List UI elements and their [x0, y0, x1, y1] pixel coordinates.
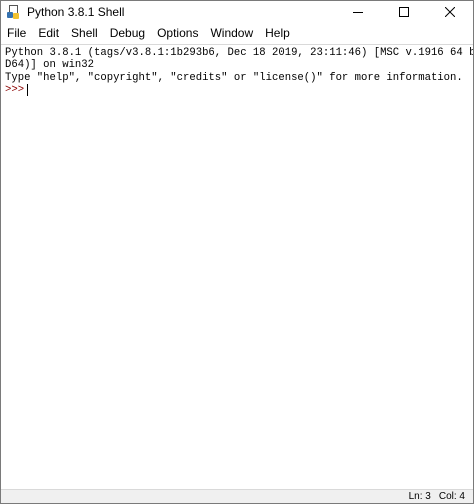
maximize-button[interactable]: [381, 1, 427, 23]
maximize-icon: [399, 7, 409, 17]
column-number-status: Col: 4: [438, 491, 465, 502]
menu-window[interactable]: Window: [204, 23, 259, 43]
close-button[interactable]: [427, 1, 473, 23]
shell-output-line: Python 3.8.1 (tags/v3.8.1:1b293b6, Dec 1…: [5, 47, 473, 59]
menu-edit[interactable]: Edit: [32, 23, 65, 43]
line-number-status: Ln: 3: [408, 491, 431, 502]
status-bar: Ln: 3 Col: 4: [1, 489, 473, 503]
shell-text-area[interactable]: Python 3.8.1 (tags/v3.8.1:1b293b6, Dec 1…: [1, 44, 473, 490]
idle-shell-window: Python 3.8.1 Shell File Edit Shell Debug…: [0, 0, 474, 504]
window-title: Python 3.8.1 Shell: [27, 5, 125, 19]
shell-output-line: D64)] on win32: [5, 59, 95, 72]
text-cursor: [27, 84, 29, 97]
menu-help[interactable]: Help: [259, 23, 296, 43]
menu-file[interactable]: File: [1, 23, 32, 43]
menu-options[interactable]: Options: [151, 23, 204, 43]
title-bar[interactable]: Python 3.8.1 Shell: [1, 1, 473, 23]
minimize-button[interactable]: [335, 1, 381, 23]
shell-prompt: >>>: [5, 84, 25, 97]
idle-python-icon[interactable]: [7, 5, 21, 19]
shell-output-line: Type "help", "copyright", "credits" or "…: [5, 71, 463, 84]
menu-bar: File Edit Shell Debug Options Window Hel…: [1, 23, 473, 43]
shell-input-line[interactable]: >>>: [5, 84, 469, 97]
menu-debug[interactable]: Debug: [104, 23, 151, 43]
menu-shell[interactable]: Shell: [65, 23, 104, 43]
minimize-icon: [353, 12, 363, 13]
close-icon: [445, 7, 455, 17]
